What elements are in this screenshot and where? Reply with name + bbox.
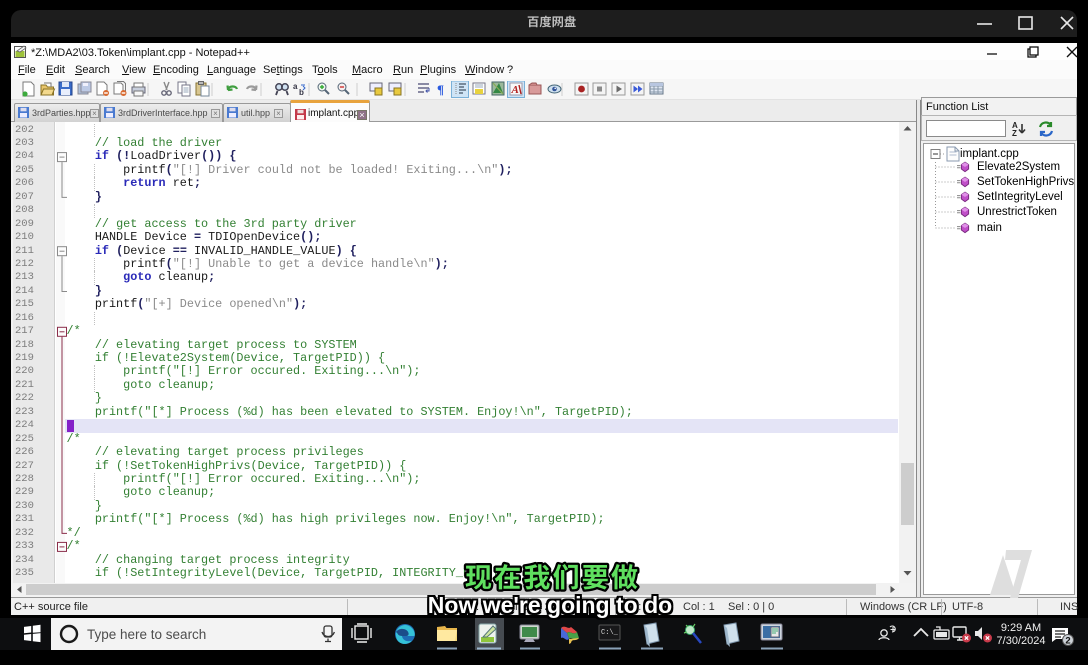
svg-text:Z: Z bbox=[1012, 129, 1017, 138]
svg-text:¶: ¶ bbox=[437, 82, 444, 97]
svg-text:A: A bbox=[511, 84, 519, 96]
svg-text:a: a bbox=[293, 82, 298, 91]
svg-text:7/30/2024: 7/30/2024 bbox=[997, 635, 1046, 647]
svg-text:Type here to search: Type here to search bbox=[87, 627, 206, 642]
svg-text:C:\_: C:\_ bbox=[601, 629, 619, 637]
svg-text:9:29 AM: 9:29 AM bbox=[1001, 622, 1041, 634]
svg-text:2: 2 bbox=[1065, 636, 1070, 647]
